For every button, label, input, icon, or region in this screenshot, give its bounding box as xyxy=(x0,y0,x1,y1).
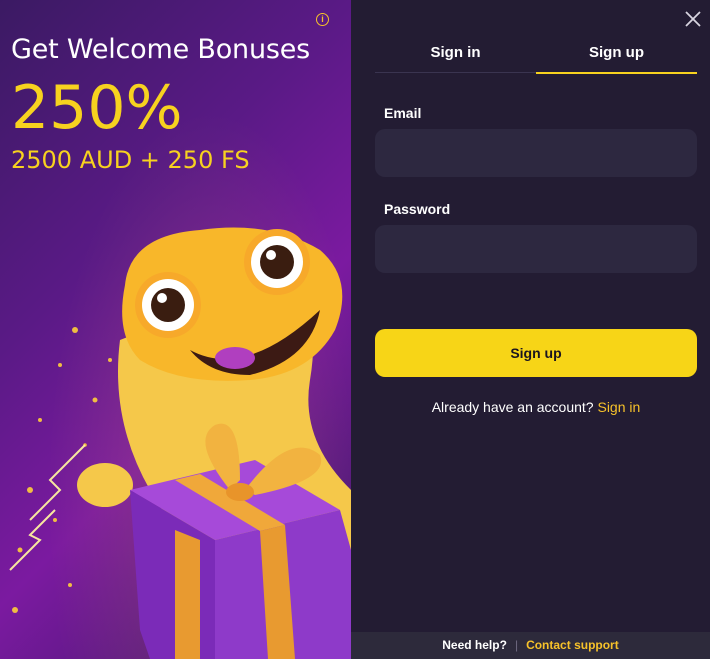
sign-in-link[interactable]: Sign in xyxy=(597,399,640,415)
password-field[interactable] xyxy=(375,225,697,273)
welcome-bonus-panel: Get Welcome Bonuses 250% 2500 AUD + 250 … xyxy=(0,0,351,659)
tab-sign-up[interactable]: Sign up xyxy=(536,40,697,74)
need-help-text: Need help? xyxy=(442,638,507,652)
existing-account-prompt: Already have an account? Sign in xyxy=(375,399,697,415)
email-field[interactable] xyxy=(375,129,697,177)
auth-tabs: Sign in Sign up xyxy=(375,40,697,74)
contact-support-link[interactable]: Contact support xyxy=(526,638,619,652)
email-label: Email xyxy=(384,105,422,121)
promo-amount: 2500 AUD + 250 FS xyxy=(11,146,250,174)
password-label: Password xyxy=(384,201,451,217)
sign-up-button[interactable]: Sign up xyxy=(375,329,697,377)
close-icon[interactable] xyxy=(683,9,703,29)
existing-account-text: Already have an account? xyxy=(431,399,594,415)
promo-title: Get Welcome Bonuses xyxy=(11,34,311,65)
tab-sign-in[interactable]: Sign in xyxy=(375,40,536,73)
gecko-mascot-illustration xyxy=(9,227,351,659)
promo-percent: 250% xyxy=(11,73,183,143)
info-icon[interactable]: i xyxy=(316,13,329,26)
help-footer: Need help? | Contact support xyxy=(351,632,710,659)
footer-divider: | xyxy=(514,638,519,652)
signup-modal: Get Welcome Bonuses 250% 2500 AUD + 250 … xyxy=(0,0,710,659)
